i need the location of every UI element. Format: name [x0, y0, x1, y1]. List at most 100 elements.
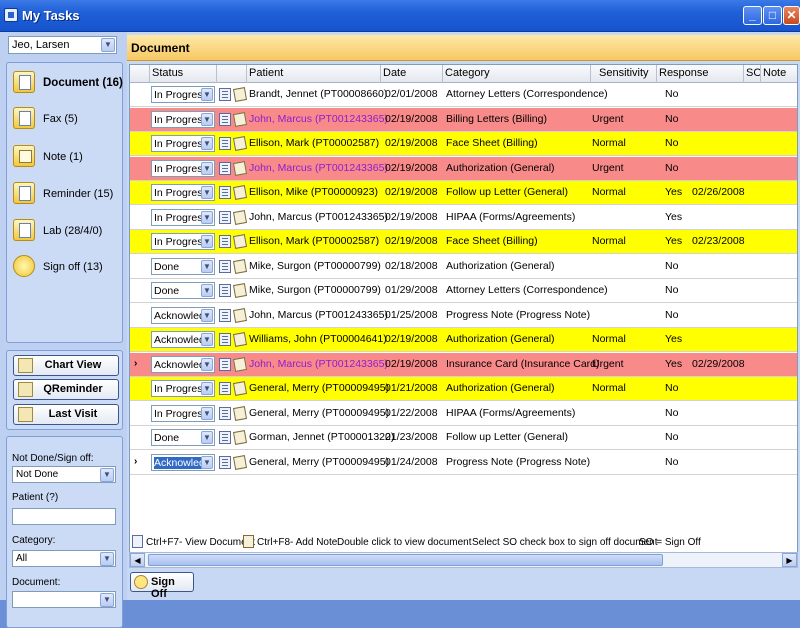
add-note-icon[interactable] [232, 405, 248, 421]
view-document-icon[interactable] [219, 210, 231, 224]
table-row[interactable]: In Progress▼ Ellison, Mark (PT00002587) 02… [130, 132, 797, 156]
chevron-down-icon[interactable]: ▼ [201, 284, 213, 297]
view-document-icon[interactable] [219, 259, 231, 273]
scroll-thumb[interactable] [148, 554, 663, 566]
table-row[interactable]: Done ▼ Mike, Surgon (PT00000799) 02/18/2008… [130, 254, 797, 279]
col-header-so[interactable]: SO [744, 65, 761, 83]
chevron-down-icon[interactable]: ▼ [201, 455, 213, 469]
col-header-note[interactable]: Note [761, 65, 797, 83]
chevron-down-icon[interactable]: ▼ [201, 210, 213, 224]
add-note-icon[interactable] [232, 136, 248, 151]
status-select[interactable]: In Progress▼ [151, 110, 215, 128]
chevron-down-icon[interactable]: ▼ [101, 38, 115, 52]
nav-item-fax[interactable]: Fax (5) [11, 105, 121, 133]
view-document-icon[interactable] [219, 357, 231, 371]
table-row[interactable]: In Progress▼ Ellison, Mark (PT00002587) 02… [130, 230, 797, 254]
nav-item-lab[interactable]: Lab (28/4/0) [11, 217, 121, 245]
nav-item-document[interactable]: Document (16) [11, 69, 123, 97]
chart-view-button[interactable]: Chart View [13, 355, 119, 376]
view-document-icon[interactable] [219, 333, 231, 346]
status-select[interactable]: Acknowledge▼ [151, 453, 215, 471]
status-select[interactable]: Done ▼ [151, 282, 215, 299]
view-document-icon[interactable] [219, 455, 231, 469]
patient-filter-input[interactable] [12, 508, 116, 525]
view-document-icon[interactable] [219, 431, 231, 444]
chevron-down-icon[interactable]: ▼ [201, 382, 213, 395]
close-button[interactable]: ✕ [783, 6, 800, 25]
view-document-icon[interactable] [219, 235, 231, 248]
add-note-icon[interactable] [232, 430, 248, 445]
add-note-icon[interactable] [232, 332, 248, 347]
status-select[interactable]: In Progress▼ [151, 233, 215, 250]
table-row[interactable]: In Progress▼ Brandt, Jennet (PT00008660)0… [130, 83, 797, 107]
status-select[interactable]: In Progress▼ [151, 184, 215, 201]
status-select[interactable]: In Progress▼ [151, 404, 215, 422]
add-note-icon[interactable] [232, 356, 248, 372]
chevron-down-icon[interactable]: ▼ [100, 468, 114, 482]
status-filter-select[interactable]: Not Done ▼ [12, 466, 116, 483]
chevron-down-icon[interactable]: ▼ [100, 593, 114, 607]
table-row[interactable]: In Progress▼ John, Marcus (PT001243365)02… [130, 107, 797, 132]
table-row[interactable]: In Progress▼ John, Marcus (PT001243365)02… [130, 205, 797, 230]
chevron-down-icon[interactable]: ▼ [201, 186, 213, 199]
status-select[interactable]: Acknowledge▼ [151, 331, 215, 348]
status-select[interactable]: Done ▼ [151, 257, 215, 275]
status-select[interactable]: In Progress▼ [151, 86, 215, 103]
add-note-icon[interactable] [232, 283, 248, 298]
add-note-icon[interactable] [232, 87, 248, 102]
add-note-icon[interactable] [232, 454, 248, 470]
chevron-down-icon[interactable]: ▼ [201, 88, 213, 101]
status-select[interactable]: In Progress▼ [151, 159, 215, 177]
view-document-icon[interactable] [219, 186, 231, 199]
status-select[interactable]: Acknowledge▼ [151, 355, 215, 373]
view-document-icon[interactable] [219, 284, 231, 297]
view-document-icon[interactable] [219, 308, 231, 322]
nav-item-sign-off[interactable]: Sign off (13) [11, 253, 121, 281]
table-row[interactable]: In Progress▼ General, Merry (PT00009495)0… [130, 401, 797, 426]
status-select[interactable]: In Progress▼ [151, 208, 215, 226]
col-header-sensitivity[interactable]: Sensitivity [591, 65, 657, 83]
col-header-response[interactable]: Response [657, 65, 744, 83]
add-note-icon[interactable] [232, 160, 248, 176]
chevron-down-icon[interactable]: ▼ [201, 357, 213, 371]
table-row[interactable]: In Progress▼ General, Merry (PT00009495)0… [130, 377, 797, 401]
chevron-down-icon[interactable]: ▼ [201, 333, 213, 346]
scroll-left-arrow-icon[interactable]: ◀ [130, 553, 145, 567]
horizontal-scrollbar[interactable]: ◀ ▶ [129, 552, 798, 568]
status-select[interactable]: Done ▼ [151, 429, 215, 446]
table-row[interactable]: Acknowledge▼ John, Marcus (PT001243365)01… [130, 303, 797, 328]
patient-help-link[interactable]: (?) [46, 492, 58, 503]
status-select[interactable]: In Progress▼ [151, 380, 215, 397]
add-note-icon[interactable] [232, 111, 248, 127]
col-header-status[interactable]: Status [150, 65, 217, 83]
add-note-icon[interactable] [232, 185, 248, 200]
col-header-patient[interactable]: Patient [247, 65, 381, 83]
add-note-icon[interactable] [232, 209, 248, 225]
col-header-date[interactable]: Date [381, 65, 443, 83]
last-visit-button[interactable]: Last Visit [13, 404, 119, 425]
status-select[interactable]: In Progress▼ [151, 135, 215, 152]
chevron-down-icon[interactable]: ▼ [201, 161, 213, 175]
qreminder-button[interactable]: QReminder [13, 379, 119, 400]
view-document-icon[interactable] [219, 406, 231, 420]
chevron-down-icon[interactable]: ▼ [201, 308, 213, 322]
view-document-icon[interactable] [219, 161, 231, 175]
nav-item-reminder[interactable]: Reminder (15) [11, 180, 121, 208]
user-select[interactable]: Jeo, Larsen ▼ [8, 36, 117, 54]
table-row[interactable]: Done ▼ Mike, Surgon (PT00000799) 01/29/2008… [130, 279, 797, 303]
minimize-button[interactable]: _ [743, 6, 762, 25]
maximize-button[interactable]: □ [763, 6, 782, 25]
table-row[interactable]: ›Acknowledge▼John, Marcus (PT001243365)0… [130, 352, 797, 377]
table-row[interactable]: Done ▼ Gorman, Jennet (PT00001322) 01/23/20… [130, 426, 797, 450]
add-note-icon[interactable] [232, 234, 248, 249]
chevron-down-icon[interactable]: ▼ [201, 406, 213, 420]
scroll-right-arrow-icon[interactable]: ▶ [782, 553, 797, 567]
chevron-down-icon[interactable]: ▼ [201, 235, 213, 248]
view-document-icon[interactable] [219, 382, 231, 395]
chevron-down-icon[interactable]: ▼ [201, 259, 213, 273]
table-row[interactable]: Acknowledge▼ Williams, John (PT00004641)0… [130, 328, 797, 352]
col-header-category[interactable]: Category [443, 65, 591, 83]
view-document-icon[interactable] [219, 88, 231, 101]
table-row[interactable]: In Progress▼ John, Marcus (PT001243365)02… [130, 156, 797, 181]
chevron-down-icon[interactable]: ▼ [201, 431, 213, 444]
